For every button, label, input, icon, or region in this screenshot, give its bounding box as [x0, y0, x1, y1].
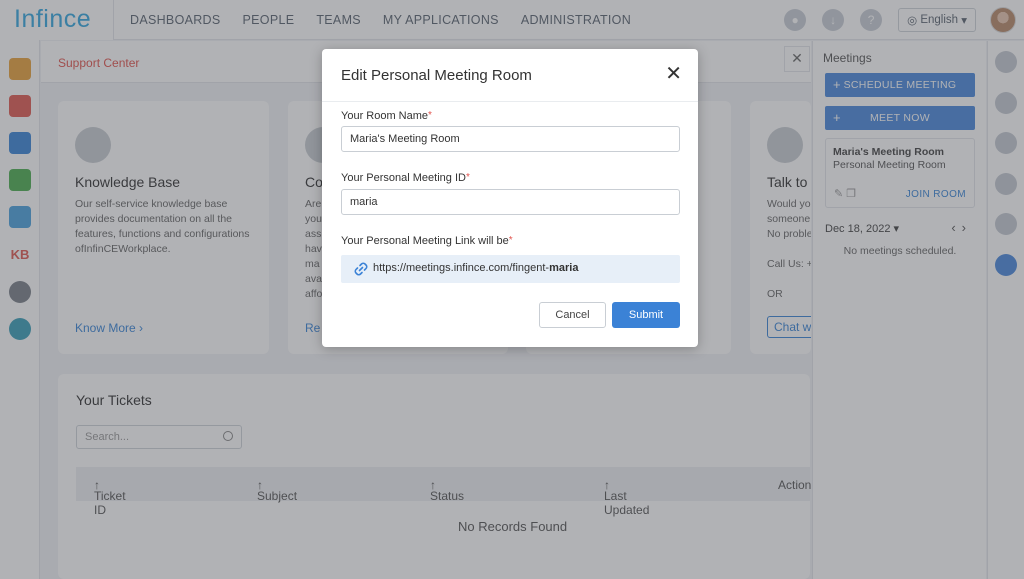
link-suffix: maria — [549, 262, 579, 274]
meeting-id-input[interactable] — [341, 189, 680, 215]
close-icon[interactable]: ✕ — [665, 64, 682, 84]
link-icon — [354, 262, 368, 276]
meeting-id-label: Your Personal Meeting ID* — [341, 172, 470, 184]
meeting-link-label: Your Personal Meeting Link will be* — [341, 235, 513, 247]
dialog-divider — [322, 101, 698, 102]
room-name-label: Your Room Name* — [341, 110, 432, 122]
link-prefix: https://meetings.infince.com/fingent- — [373, 262, 550, 274]
dialog-title: Edit Personal Meeting Room — [341, 67, 532, 84]
room-name-input[interactable] — [341, 126, 680, 152]
meeting-link-display: https://meetings.infince.com/fingent-mar… — [341, 255, 680, 283]
edit-meeting-room-dialog: Edit Personal Meeting Room ✕ Your Room N… — [322, 49, 698, 347]
cancel-button[interactable]: Cancel — [539, 302, 606, 328]
submit-button[interactable]: Submit — [612, 302, 680, 328]
